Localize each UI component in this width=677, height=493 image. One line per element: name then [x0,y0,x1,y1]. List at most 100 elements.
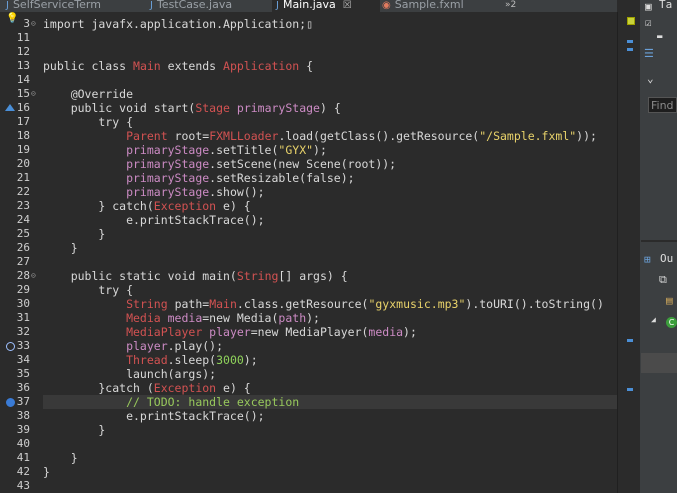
line-number: 38 [16,409,30,422]
outline-label: Ou [660,252,674,265]
code-line[interactable]: } [43,465,617,479]
code-token: .show(); [209,185,265,199]
tab-overflow-button[interactable]: »2 [505,0,516,10]
code-token: Main [133,59,161,73]
code-token: "gyxmusic.mp3" [368,297,466,311]
code-line[interactable]: primaryStage.setScene(new Scene(root)); [43,157,617,171]
lightbulb-icon[interactable]: 💡 [6,14,18,25]
task-label: Ta [659,0,673,11]
outline-selected-row[interactable] [641,353,677,373]
tab-main[interactable]: J Main.java ☒ [272,0,380,12]
code-line[interactable]: try { [43,283,617,297]
code-token: e.printStackTrace(); [43,409,265,423]
line-number: 23 [16,199,30,212]
code-line[interactable] [43,255,617,269]
code-line[interactable] [43,31,617,45]
code-line[interactable]: public static void main(String[] args) { [43,269,617,283]
code-token: public static void main( [43,269,237,283]
ruler-marker[interactable] [627,388,633,391]
code-line[interactable]: Thread.sleep(3000); [43,353,617,367]
code-line[interactable]: } [43,227,617,241]
code-line[interactable]: @Override [43,87,617,101]
warning-marker-icon[interactable] [627,17,635,25]
override-indicator-icon[interactable] [5,104,15,111]
tab-sample-fxml[interactable]: ◉ Sample.fxml [382,0,464,12]
code-token: path [278,311,307,325]
overview-ruler[interactable] [617,12,640,493]
code-line[interactable]: primaryStage.setResizable(false); [43,171,617,185]
code-token: =new Media( [202,311,279,325]
code-token: e.printStackTrace(); [43,213,265,227]
code-line[interactable]: primaryStage.setTitle("GYX"); [43,143,617,157]
code-token: try { [43,283,134,297]
code-token: player [202,325,251,339]
breakpoint-check-icon[interactable] [6,398,15,407]
code-line[interactable]: String path=Main.class.getResource("gyxm… [43,297,617,311]
ruler-marker[interactable] [627,40,633,43]
filter-icon[interactable]: ☰ [644,47,654,60]
code-line[interactable]: }catch (Exception e) { [43,381,617,395]
code-line[interactable]: player.play(); [43,339,617,353]
fold-toggle-icon[interactable]: ⊝ [31,17,36,31]
code-token: )); [576,129,597,143]
code-line[interactable]: e.printStackTrace(); [43,409,617,423]
sort-icon[interactable]: ⧉ [659,273,667,287]
code-line[interactable] [43,437,617,451]
code-line[interactable]: MediaPlayer player=new MediaPlayer(media… [43,325,617,339]
code-line[interactable] [43,73,617,87]
code-line[interactable]: launch(args); [43,367,617,381]
code-line[interactable]: public class Main extends Application { [43,59,617,73]
code-token: Application [223,59,300,73]
line-number: 11 [16,31,30,44]
panel-divider [641,240,677,242]
fold-toggle-icon[interactable]: ⊝ [31,269,36,283]
expand-arrow-icon[interactable]: ◢ [651,315,656,324]
code-line[interactable]: } [43,241,617,255]
line-number: 28 [16,269,30,282]
code-line[interactable]: primaryStage.show(); [43,185,617,199]
code-line[interactable] [43,45,617,59]
code-token: ); [243,353,258,367]
code-line[interactable] [43,479,617,493]
tab-selfserviceterm[interactable]: J SelfServiceTerm [6,0,101,12]
code-line[interactable]: Media media=new Media(path); [43,311,617,325]
code-token: [] args) { [278,269,348,283]
class-icon[interactable]: C [666,317,677,328]
code-line[interactable]: public void start(Stage primaryStage) { [43,101,617,115]
find-input[interactable]: Find [648,97,677,113]
line-number: 15 [16,87,30,100]
code-line[interactable]: // TODO: handle exception [43,395,617,409]
outline-icon[interactable]: ⊞ [644,253,651,266]
code-token: primaryStage [43,157,210,171]
line-number-gutter[interactable]: 3 ⊝ 11 12 13 14 15 ⊝ 16 17 18 19 20 21 22 23 24 25 26 27 28 ⊝… [0,12,43,493]
package-icon[interactable]: ▤ [666,294,673,307]
close-icon[interactable]: ☒ [343,0,352,11]
code-editor[interactable]: import javafx.application.Application;▯ p… [43,12,617,493]
code-line[interactable]: } catch(Exception e) { [43,199,617,213]
code-line[interactable]: } [43,423,617,437]
tab-testcase[interactable]: J TestCase.java [150,0,232,12]
code-line[interactable]: Parent root=FXMLLoader.load(getClass().g… [43,129,617,143]
code-token: path= [167,297,210,311]
line-number: 20 [16,157,30,170]
new-task-icon[interactable]: ☑ [645,16,652,29]
line-number: 18 [16,129,30,142]
line-number: 25 [16,227,30,240]
code-line[interactable]: } [43,451,617,465]
java-file-icon: J [150,0,153,11]
line-number: 13 [16,59,30,72]
breakpoint-icon[interactable] [6,342,15,351]
code-line[interactable]: try { [43,115,617,129]
code-line[interactable]: import javafx.application.Application;▯ [43,17,617,31]
ruler-marker[interactable] [627,339,633,342]
minimize-icon[interactable]: ▬ [657,32,662,42]
fold-toggle-icon[interactable]: ⊝ [31,87,36,101]
ruler-marker[interactable] [627,48,633,51]
java-file-icon: J [6,0,9,11]
task-list-icon[interactable]: ▣ [645,0,652,13]
chevron-down-icon[interactable]: ⌄ [647,72,654,85]
code-line[interactable]: e.printStackTrace(); [43,213,617,227]
line-number: 14 [16,73,30,86]
line-number: 40 [16,437,30,450]
